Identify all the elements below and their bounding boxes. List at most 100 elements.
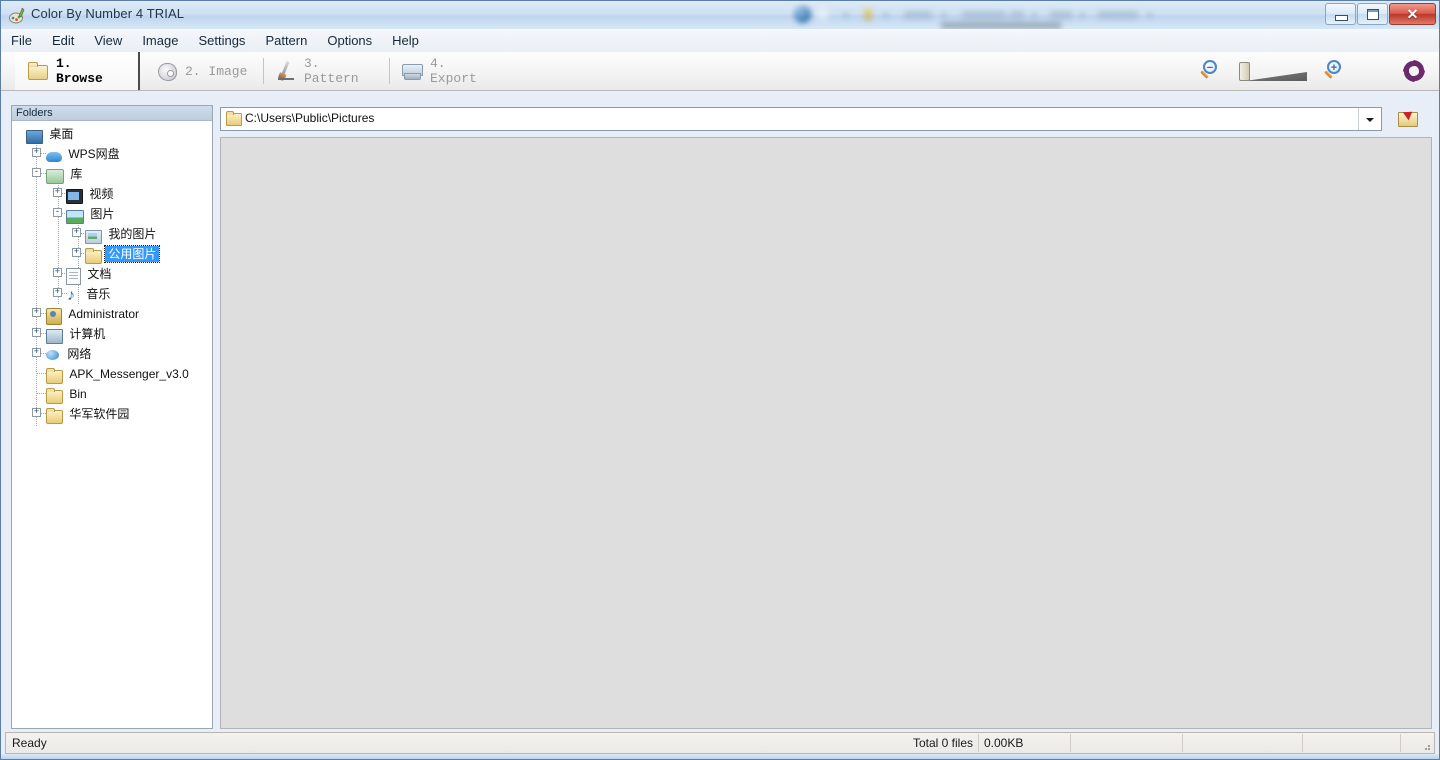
chevron-down-icon[interactable]: [1358, 108, 1381, 130]
menu-item-settings[interactable]: Settings: [188, 29, 255, 51]
minimize-button[interactable]: [1325, 3, 1356, 25]
window-controls: ✕: [1324, 3, 1436, 25]
toolbar-step-browse[interactable]: 1. Browse: [15, 52, 140, 90]
tree-item-label: 图片: [90, 206, 115, 221]
tree-item-computer[interactable]: + 计算机: [12, 323, 212, 345]
title-bar: Color By Number 4 TRIAL ✕: [1, 1, 1439, 30]
menu-item-view[interactable]: View: [84, 29, 132, 51]
tree-expander[interactable]: +: [53, 188, 62, 197]
tree-expander[interactable]: -: [53, 208, 62, 217]
tree-item-label: Administrator: [68, 306, 140, 321]
toolbar-step-image-label: 2. Image: [185, 63, 248, 79]
folder-yellow-icon: [46, 408, 63, 425]
tree-item-my-pictures[interactable]: + 我的图片: [12, 223, 212, 245]
tree-expander[interactable]: +: [72, 248, 81, 257]
toolbar-step-pattern-label: 3. Pattern: [304, 56, 359, 86]
status-total-size: 0.00KB: [979, 734, 1071, 752]
background-blur-artifact: [776, 1, 1321, 29]
brush-icon: [275, 60, 297, 82]
tree-item-public-pictures[interactable]: + 公用图片: [12, 243, 212, 265]
status-total-files: Total 0 files: [867, 734, 979, 752]
tree-expander[interactable]: +: [32, 148, 41, 157]
menu-item-pattern[interactable]: Pattern: [255, 29, 317, 51]
status-cell-5: [1183, 734, 1303, 752]
close-icon: ✕: [1406, 6, 1419, 22]
music-icon: [66, 286, 80, 306]
menu-item-help[interactable]: Help: [382, 29, 429, 51]
tree-item-network[interactable]: + 网络: [12, 343, 212, 363]
tree-item-label: 桌面: [49, 126, 74, 141]
app-icon: [8, 6, 26, 24]
tree-item-label: 视频: [89, 186, 114, 201]
folder-tree-panel: Folders 桌面 + WPS网盘 - 库 + 视频 - 图片 + 我的图片 …: [11, 105, 213, 729]
tree-expander[interactable]: +: [32, 408, 41, 417]
cloud-icon: [46, 152, 62, 163]
tree-item-label: 网络: [67, 346, 92, 361]
tree-item-wps-cloud[interactable]: + WPS网盘: [12, 143, 212, 163]
tree-item-huajun[interactable]: + 华军软件园: [12, 403, 212, 425]
menu-bar: File Edit View Image Settings Pattern Op…: [1, 29, 1439, 53]
tree-item-documents[interactable]: + 文档: [12, 263, 212, 285]
desktop-icon: [26, 129, 43, 144]
toolbar-step-browse-label: 1. Browse: [56, 56, 103, 86]
tree-expander[interactable]: -: [32, 168, 41, 177]
open-folder-button[interactable]: [1396, 107, 1422, 131]
toolbar-step-pattern[interactable]: 3. Pattern: [263, 52, 389, 90]
export-icon: [401, 60, 423, 82]
network-icon: [46, 349, 61, 364]
toolbar-step-export-label: 4. Export: [430, 56, 477, 86]
status-cell-4: [1071, 734, 1183, 752]
tree-item-desktop[interactable]: 桌面: [12, 123, 212, 144]
tree-item-label: WPS网盘: [68, 146, 120, 161]
tree-expander[interactable]: +: [53, 268, 62, 277]
tree-item-music[interactable]: + 音乐: [12, 283, 212, 306]
tree-item-administrator[interactable]: + Administrator: [12, 303, 212, 325]
resize-grip[interactable]: [1420, 740, 1432, 752]
tree-item-label: APK_Messenger_v3.0: [69, 366, 189, 381]
tree-item-label: 计算机: [69, 326, 106, 341]
status-bar: Ready Total 0 files 0.00KB: [5, 732, 1435, 754]
tree-item-label: Bin: [69, 386, 87, 401]
tree-item-label: 文档: [87, 266, 112, 281]
tree-expander[interactable]: +: [32, 348, 41, 357]
tree-expander[interactable]: +: [32, 308, 41, 317]
application-window: Color By Number 4 TRIAL ✕ File Edit View…: [0, 0, 1440, 760]
tree-expander[interactable]: +: [32, 328, 41, 337]
tree-expander[interactable]: +: [72, 228, 81, 237]
zoom-in-icon[interactable]: +: [1323, 60, 1345, 82]
folder-tree-body: 桌面 + WPS网盘 - 库 + 视频 - 图片 + 我的图片 + 公用图片 +…: [12, 121, 212, 426]
tree-item-videos[interactable]: + 视频: [12, 183, 212, 205]
tree-item-label: 音乐: [86, 286, 111, 301]
tree-expander[interactable]: +: [53, 288, 62, 297]
zoom-slider[interactable]: [1239, 62, 1307, 82]
menu-item-file[interactable]: File: [1, 29, 42, 51]
tree-item-label: 我的图片: [108, 226, 157, 241]
tree-guide: [37, 393, 46, 395]
spiral-logo-icon: [1401, 58, 1427, 84]
tree-item-pictures[interactable]: - 图片: [12, 203, 212, 225]
file-thumbnail-area[interactable]: [220, 137, 1432, 729]
window-title: Color By Number 4 TRIAL: [31, 6, 185, 21]
folder-icon: [226, 111, 242, 126]
tree-item-label: 华军软件园: [69, 406, 130, 421]
menu-item-edit[interactable]: Edit: [42, 29, 84, 51]
tree-guide: [41, 153, 46, 155]
status-cell-6: [1303, 734, 1401, 752]
address-bar[interactable]: C:\Users\Public\Pictures: [220, 107, 1382, 131]
restore-button[interactable]: [1357, 3, 1388, 25]
tree-item-label: 库: [70, 166, 83, 181]
status-ready: Ready: [12, 736, 47, 750]
close-button[interactable]: ✕: [1389, 3, 1436, 25]
toolbar-step-export[interactable]: 4. Export: [389, 52, 509, 90]
palette-icon: [156, 60, 178, 82]
tree-guide: [37, 373, 46, 375]
folder-icon: [27, 60, 49, 82]
menu-item-options[interactable]: Options: [317, 29, 382, 51]
menu-item-image[interactable]: Image: [132, 29, 188, 51]
tree-item-bin[interactable]: Bin: [12, 383, 212, 405]
address-path: C:\Users\Public\Pictures: [245, 111, 375, 125]
tree-item-apk-messenger[interactable]: APK_Messenger_v3.0: [12, 363, 212, 385]
tree-item-library[interactable]: - 库: [12, 163, 212, 185]
zoom-out-icon[interactable]: −: [1199, 60, 1221, 82]
toolbar-step-image[interactable]: 2. Image: [144, 52, 263, 90]
